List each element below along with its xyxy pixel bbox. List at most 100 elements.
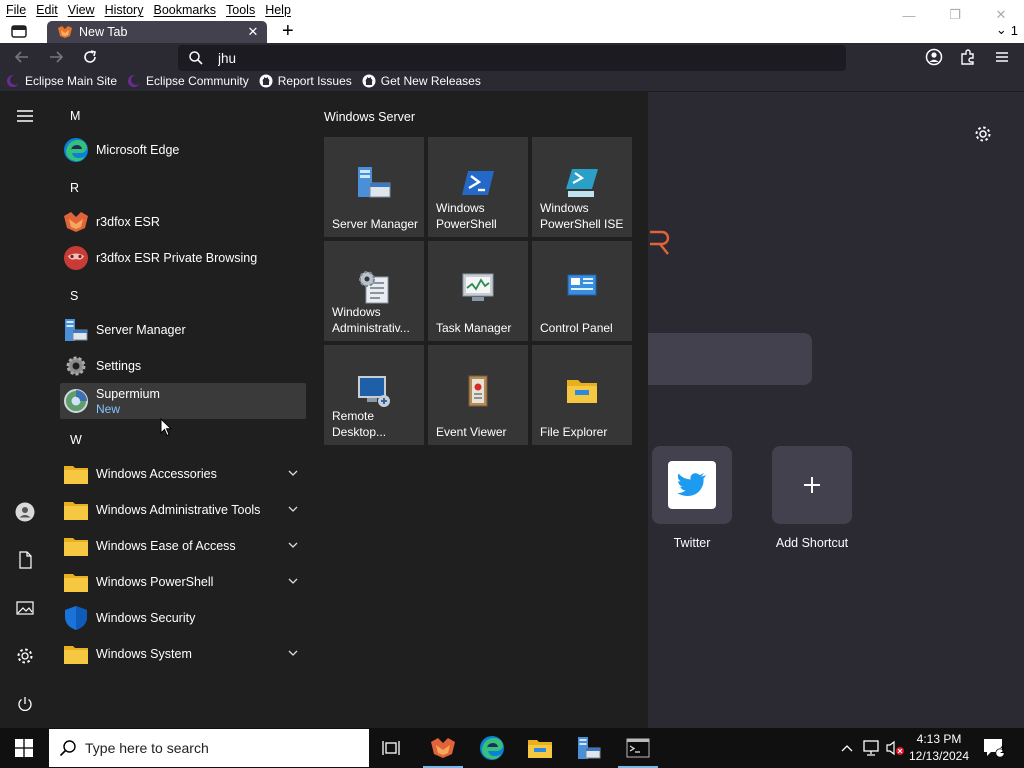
taskbar: 4:13 PM 12/13/2024 1 [0, 728, 1024, 768]
menu-bookmarks[interactable]: Bookmarks [148, 3, 221, 17]
reload-button[interactable] [78, 45, 102, 69]
network-button[interactable] [860, 728, 882, 768]
tile-group-title[interactable]: Windows Server [324, 110, 415, 124]
hamburger-icon [996, 52, 1008, 62]
taskbar-server-manager[interactable] [565, 728, 613, 768]
edge-icon [480, 736, 504, 760]
bookmark-eclipse-community[interactable]: Eclipse Community [127, 74, 249, 88]
expand-menu-button[interactable] [15, 106, 35, 126]
settings-rail-button[interactable] [15, 646, 35, 666]
volume-button[interactable] [884, 728, 906, 768]
eclipse-icon [7, 75, 20, 87]
bookmark-report-issues[interactable]: Report Issues [259, 74, 352, 88]
account-button[interactable] [924, 47, 944, 67]
bookmark-get-new-releases[interactable]: Get New Releases [362, 74, 481, 88]
app-label: r3dfox ESR Private Browsing [96, 251, 258, 265]
tile-control-panel[interactable]: Control Panel [532, 241, 632, 341]
pictures-button[interactable] [15, 598, 35, 618]
back-button[interactable] [10, 45, 34, 69]
r3dfox-private-icon [63, 245, 89, 271]
tile-label: Server Manager [332, 217, 419, 231]
tile-windows-powershell[interactable]: Windows PowerShell [428, 137, 528, 237]
account-icon [925, 48, 943, 66]
tab-new-tab[interactable]: New Tab ✕ [47, 21, 267, 43]
taskbar-search-input[interactable] [85, 740, 355, 756]
firefox-view-icon[interactable] [10, 23, 28, 39]
tile-label: Control Panel [540, 321, 613, 335]
app-windows-security[interactable]: Windows Security [60, 600, 306, 636]
address-input[interactable] [218, 50, 818, 66]
system-clock[interactable]: 4:13 PM 12/13/2024 [905, 731, 973, 765]
edge-icon [63, 137, 89, 163]
app-microsoft-edge[interactable]: Microsoft Edge [60, 132, 306, 168]
bookmark-eclipse-main[interactable]: Eclipse Main Site [6, 74, 117, 88]
app-r3dfox-private[interactable]: r3dfox ESR Private Browsing [60, 240, 306, 276]
tile-file-explorer[interactable]: File Explorer [532, 345, 632, 445]
menu-help[interactable]: Help [260, 3, 296, 17]
add-shortcut-button[interactable] [772, 446, 852, 524]
menu-edit[interactable]: Edit [31, 3, 63, 17]
tile-label: Remote Desktop... [332, 409, 387, 439]
gear-icon[interactable] [974, 125, 992, 143]
ntp-search-box[interactable] [648, 333, 812, 385]
bookmark-label: Eclipse Main Site [25, 74, 118, 88]
start-button[interactable] [0, 728, 48, 768]
power-button[interactable] [15, 694, 35, 714]
taskbar-r3dfox[interactable] [419, 728, 467, 768]
menu-history[interactable]: History [100, 3, 149, 17]
app-label: Windows Ease of Access [96, 539, 236, 553]
app-windows-powershell[interactable]: Windows PowerShell [60, 564, 306, 600]
control-panel-icon [567, 274, 597, 296]
app-windows-admin-tools[interactable]: Windows Administrative Tools [60, 492, 306, 528]
taskbar-command-prompt[interactable] [614, 728, 662, 768]
letter-header-r[interactable]: R [70, 181, 79, 195]
task-view-button[interactable] [368, 728, 416, 768]
tile-label: Task Manager [436, 321, 512, 335]
app-label: Windows PowerShell [96, 575, 214, 589]
new-tab-button[interactable]: + [282, 21, 294, 41]
menu-tools[interactable]: Tools [221, 3, 260, 17]
letter-header-s[interactable]: S [70, 289, 78, 303]
app-name: Supermium [96, 386, 160, 401]
app-r3dfox-esr[interactable]: r3dfox ESR [60, 204, 306, 240]
clock-time: 4:13 PM [916, 732, 962, 746]
tile-powershell-ise[interactable]: Windows PowerShell ISE [532, 137, 632, 237]
letter-header-m[interactable]: M [70, 109, 80, 123]
menu-view[interactable]: View [63, 3, 100, 17]
forward-button[interactable] [44, 45, 68, 69]
new-badge: New [96, 401, 121, 416]
taskbar-file-explorer[interactable] [516, 728, 564, 768]
close-tab-icon[interactable]: ✕ [245, 24, 261, 40]
list-all-tabs-button[interactable]: ⌄ 1 [996, 22, 1018, 38]
shield-icon [63, 605, 89, 631]
extensions-button[interactable] [958, 47, 978, 67]
tile-server-manager[interactable]: Server Manager [324, 137, 424, 237]
app-settings[interactable]: Settings [60, 348, 306, 384]
tile-remote-desktop[interactable]: Remote Desktop... [324, 345, 424, 445]
shortcut-label-add: Add Shortcut [775, 536, 849, 550]
taskbar-search-box[interactable] [49, 729, 369, 767]
menu-file[interactable]: File [0, 3, 31, 17]
user-account-button[interactable] [15, 502, 35, 522]
tile-task-manager[interactable]: Task Manager [428, 241, 528, 341]
tile-label: Windows PowerShell ISE [540, 201, 624, 231]
tile-event-viewer[interactable]: Event Viewer [428, 345, 528, 445]
chevron-down-icon [288, 542, 298, 548]
app-windows-ease-of-access[interactable]: Windows Ease of Access [60, 528, 306, 564]
tile-windows-admin-tools[interactable]: Windows Administrativ... [324, 241, 424, 341]
app-windows-system[interactable]: Windows System [60, 636, 306, 672]
app-supermium[interactable]: Supermium New [60, 383, 306, 419]
start-menu: M Microsoft Edge R r3dfox ESR r3dfox ESR… [0, 92, 648, 728]
address-bar[interactable] [178, 45, 846, 71]
tab-title: New Tab [79, 25, 128, 39]
app-windows-accessories[interactable]: Windows Accessories [60, 456, 306, 492]
documents-button[interactable] [15, 550, 35, 570]
shortcut-twitter[interactable] [652, 446, 732, 524]
app-server-manager[interactable]: Server Manager [60, 312, 306, 348]
app-menu-button[interactable] [992, 47, 1012, 67]
powershell-ise-icon [566, 169, 598, 197]
taskbar-edge[interactable] [468, 728, 516, 768]
show-hidden-icons-button[interactable] [838, 728, 856, 768]
action-center-button[interactable]: 1 [978, 728, 1010, 768]
letter-header-w[interactable]: W [70, 433, 82, 447]
